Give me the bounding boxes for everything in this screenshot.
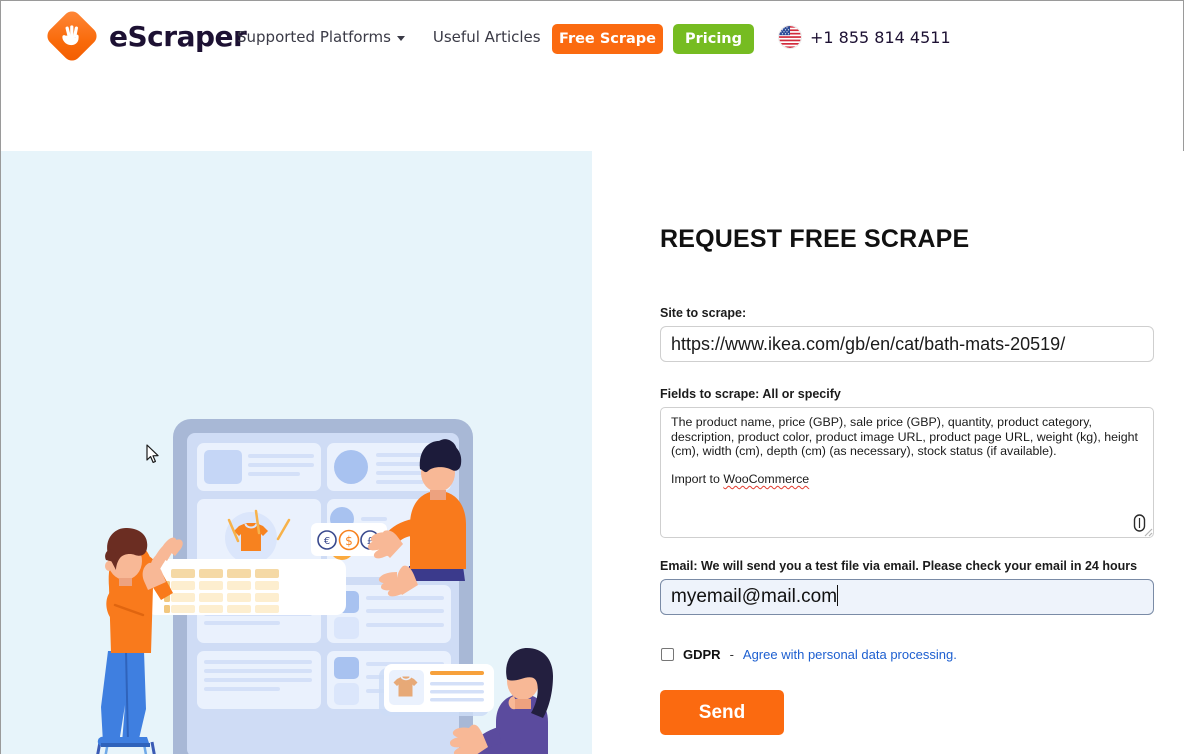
text-cursor xyxy=(837,585,839,606)
main-nav: Supported Platforms Useful Articles xyxy=(237,28,541,46)
svg-text:$: $ xyxy=(345,534,353,548)
fields-textarea-wrap: The product name, price (GBP), sale pric… xyxy=(660,407,1154,538)
fields-field-group: Fields to scrape: All or specify The pro… xyxy=(660,387,1154,538)
fields-paragraph-1: The product name, price (GBP), sale pric… xyxy=(671,415,1138,459)
pricing-button[interactable]: Pricing xyxy=(673,24,754,54)
phone-number: +1 855 814 4511 xyxy=(810,27,951,47)
phone-link[interactable]: +1 855 814 4511 xyxy=(779,26,951,48)
logo-hand-glyph xyxy=(62,25,79,46)
gdpr-checkbox[interactable] xyxy=(661,648,674,661)
email-input[interactable]: myemail@mail.com xyxy=(660,579,1154,615)
fields-paragraph-2: Import to WooCommerce xyxy=(671,472,1143,487)
spreadsheet-card xyxy=(146,559,346,615)
email-field-group: Email: We will send you a test file via … xyxy=(660,559,1154,615)
nav-item-supported-platforms[interactable]: Supported Platforms xyxy=(237,28,405,46)
svg-text:€: € xyxy=(324,536,330,547)
site-label: Site to scrape: xyxy=(660,306,747,320)
request-form-panel: REQUEST FREE SCRAPE Site to scrape: Fiel… xyxy=(592,151,1184,754)
site-input[interactable] xyxy=(660,326,1154,362)
fields-textarea[interactable]: The product name, price (GBP), sale pric… xyxy=(660,407,1154,538)
hero-illustration: € $ £ xyxy=(1,151,592,754)
gdpr-row: GDPR - Agree with personal data processi… xyxy=(661,647,957,662)
gdpr-label: GDPR xyxy=(683,647,721,662)
product-card-popup xyxy=(379,664,494,716)
nav-item-label: Useful Articles xyxy=(432,28,541,46)
send-button[interactable]: Send xyxy=(660,690,784,735)
fields-import-target: WooCommerce xyxy=(723,471,810,486)
free-scrape-button[interactable]: Free Scrape xyxy=(552,24,663,54)
nav-item-label: Supported Platforms xyxy=(237,28,391,46)
email-value: myemail@mail.com xyxy=(671,586,838,607)
brand-logo[interactable]: eScraper xyxy=(43,7,247,65)
scraping-scene-illustration: € $ £ xyxy=(96,419,553,754)
nav-item-useful-articles[interactable]: Useful Articles xyxy=(433,28,541,46)
page-root: eScraper Supported Platforms Useful Arti… xyxy=(0,0,1184,754)
brand-name: eScraper xyxy=(109,19,247,53)
fields-label: Fields to scrape: All or specify xyxy=(660,387,841,401)
page-title: REQUEST FREE SCRAPE xyxy=(660,225,970,253)
us-flag-icon xyxy=(779,26,801,48)
site-header: eScraper Supported Platforms Useful Arti… xyxy=(1,1,1183,149)
resize-handle-icon[interactable] xyxy=(1140,524,1153,537)
fields-import-prefix: Import to xyxy=(671,471,724,486)
site-field-group: Site to scrape: xyxy=(660,306,1154,362)
hand-grab-logo-icon xyxy=(43,7,101,65)
gdpr-consent-link[interactable]: Agree with personal data processing. xyxy=(743,647,957,662)
email-label: Email: We will send you a test file via … xyxy=(660,559,1138,573)
mouse-pointer-icon xyxy=(146,444,159,463)
gdpr-separator: - xyxy=(729,647,734,662)
chevron-down-icon xyxy=(396,36,405,41)
